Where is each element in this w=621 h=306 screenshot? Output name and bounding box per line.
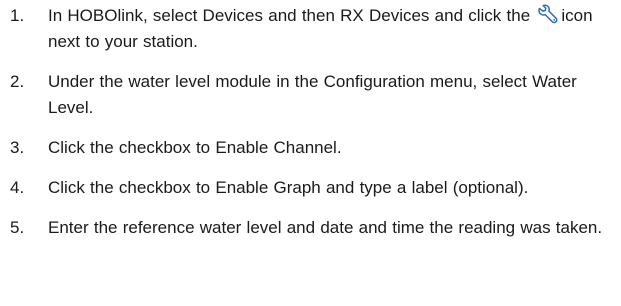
step-number: 2. <box>10 72 25 91</box>
step-number: 5. <box>10 218 25 237</box>
step-text: Click the checkbox to Enable Channel. <box>48 138 342 157</box>
step-text: In HOBOlink, select Devices and then RX … <box>48 3 615 55</box>
step-2: 2. Under the water level module in the C… <box>10 69 615 121</box>
step-number: 3. <box>10 138 25 157</box>
step-4: 4. Click the checkbox to Enable Graph an… <box>10 175 615 201</box>
step-text: Click the checkbox to Enable Graph and t… <box>48 178 529 197</box>
instruction-steps-list: 1. In HOBOlink, select Devices and then … <box>10 3 615 255</box>
step-text: Enter the reference water level and date… <box>48 218 603 237</box>
step-text: Under the water level module in the Conf… <box>48 72 577 117</box>
step-number: 4. <box>10 178 25 197</box>
step-1: 1. In HOBOlink, select Devices and then … <box>10 3 615 55</box>
step-number: 1. <box>10 6 25 25</box>
wrench-icon <box>536 4 560 26</box>
step-5: 5. Enter the reference water level and d… <box>10 215 615 241</box>
step-text-part: In HOBOlink, select Devices and then RX … <box>48 6 536 25</box>
step-3: 3. Click the checkbox to Enable Channel. <box>10 135 615 161</box>
